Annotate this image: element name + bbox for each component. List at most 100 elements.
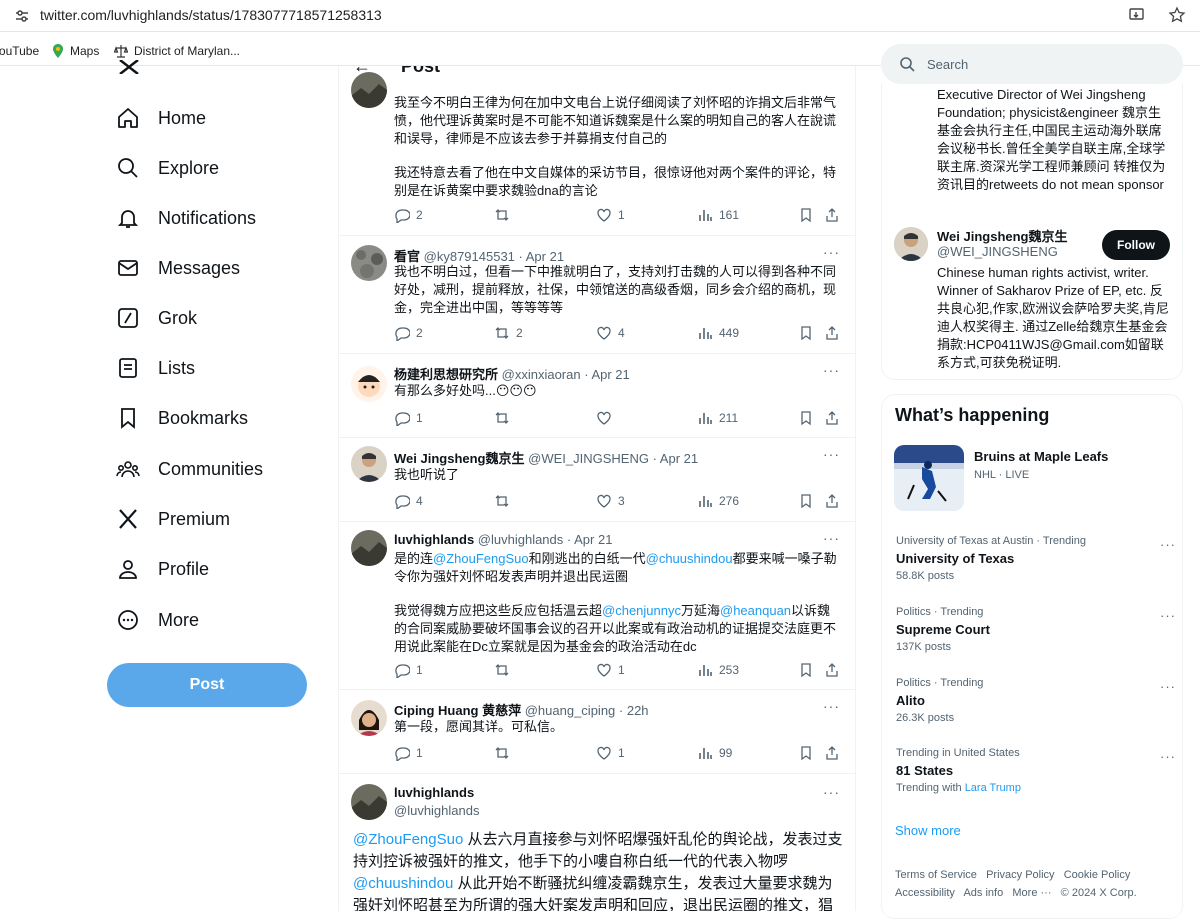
mention-link[interactable]: @heanquan: [720, 603, 791, 618]
avatar[interactable]: [351, 530, 387, 566]
more-icon[interactable]: ···: [823, 362, 840, 378]
trend-item[interactable]: University of Texas at Austin · Trending…: [896, 535, 1176, 582]
nav-item-premium[interactable]: Premium: [116, 507, 230, 531]
footer-link[interactable]: Terms of Service: [895, 869, 977, 881]
more-icon[interactable]: ···: [1160, 679, 1176, 694]
bookmark-button[interactable]: [798, 410, 814, 426]
avatar[interactable]: [351, 366, 387, 402]
avatar[interactable]: [351, 245, 387, 281]
reply-button[interactable]: 4: [394, 493, 423, 509]
reply-tweet[interactable]: 我至今不明白王律为何在加中文电台上说仔细阅读了刘怀昭的诈捐文后非常气愤，他代理诉…: [339, 66, 855, 236]
mention-link[interactable]: @chuushindou: [353, 875, 453, 892]
like-button[interactable]: 4: [596, 325, 625, 341]
nav-item-grok[interactable]: Grok: [116, 306, 197, 330]
like-button[interactable]: 1: [596, 207, 625, 223]
nav-item-more[interactable]: More: [116, 608, 199, 632]
share-button[interactable]: [824, 745, 840, 761]
bookmark-star-icon[interactable]: [1168, 6, 1186, 24]
reply-button[interactable]: 1: [394, 745, 423, 761]
repost-button[interactable]: [494, 410, 516, 426]
avatar[interactable]: [351, 700, 387, 736]
like-button[interactable]: 1: [596, 745, 625, 761]
author-handle[interactable]: @luvhighlands: [394, 803, 479, 818]
search-box[interactable]: Search: [881, 44, 1183, 84]
views-button[interactable]: 161: [697, 207, 739, 223]
nav-item-communities[interactable]: Communities: [116, 457, 263, 481]
reply-button[interactable]: 2: [394, 207, 423, 223]
like-button[interactable]: [596, 410, 618, 426]
like-button[interactable]: 3: [596, 493, 625, 509]
repost-button[interactable]: [494, 207, 516, 223]
views-button[interactable]: 253: [697, 662, 739, 678]
nav-item-lists[interactable]: Lists: [116, 356, 195, 380]
bookmark-button[interactable]: [798, 662, 814, 678]
more-icon[interactable]: ···: [823, 784, 840, 800]
author-name[interactable]: 看官: [394, 249, 420, 264]
author-handle[interactable]: @ky879145531: [424, 249, 515, 264]
x-logo-icon[interactable]: [118, 60, 140, 74]
avatar[interactable]: [894, 227, 928, 261]
tweet-time[interactable]: Apr 21: [574, 532, 612, 547]
bookmark-button[interactable]: [798, 745, 814, 761]
author-name[interactable]: Wei Jingsheng魏京生: [394, 451, 525, 466]
nav-item-notifications[interactable]: Notifications: [116, 206, 256, 230]
avatar[interactable]: [351, 446, 387, 482]
address-bar[interactable]: twitter.com/luvhighlands/status/17830777…: [0, 0, 1200, 32]
repost-button[interactable]: [494, 493, 516, 509]
tweet-time[interactable]: 22h: [627, 703, 649, 718]
footer-link[interactable]: Cookie Policy: [1064, 869, 1131, 881]
more-icon[interactable]: ···: [823, 530, 840, 546]
share-button[interactable]: [824, 325, 840, 341]
views-button[interactable]: 99: [697, 745, 732, 761]
footer-link[interactable]: Accessibility: [895, 887, 955, 899]
footer-link[interactable]: More ···: [1012, 887, 1051, 899]
nav-item-bookmarks[interactable]: Bookmarks: [116, 406, 248, 430]
author-handle[interactable]: @xxinxiaoran: [502, 367, 581, 382]
author-name[interactable]: luvhighlands: [394, 532, 474, 547]
bookmark-button[interactable]: [798, 325, 814, 341]
nav-item-profile[interactable]: Profile: [116, 557, 209, 581]
reply-tweet[interactable]: Wei Jingsheng魏京生 @WEI_JINGSHENG · Apr 21…: [339, 438, 855, 522]
site-settings-icon[interactable]: [14, 8, 30, 24]
views-button[interactable]: 276: [697, 493, 739, 509]
more-icon[interactable]: ···: [823, 698, 840, 714]
trend-item[interactable]: Trending in United States 81 States Tren…: [896, 747, 1176, 794]
trend-link[interactable]: Lara Trump: [965, 782, 1021, 794]
bookmark-maps[interactable]: Maps: [52, 44, 99, 58]
show-more-link[interactable]: Show more: [895, 823, 961, 838]
author-handle[interactable]: @huang_ciping: [525, 703, 616, 718]
author-name[interactable]: luvhighlands: [394, 785, 474, 800]
bookmark-button[interactable]: [798, 493, 814, 509]
url-text[interactable]: twitter.com/luvhighlands/status/17830777…: [40, 7, 382, 23]
post-button[interactable]: Post: [107, 663, 307, 707]
tweet-time[interactable]: Apr 21: [591, 367, 629, 382]
reply-button[interactable]: 1: [394, 662, 423, 678]
author-name[interactable]: Ciping Huang 黄慈萍: [394, 703, 521, 718]
bookmark-button[interactable]: [798, 207, 814, 223]
share-button[interactable]: [824, 662, 840, 678]
event-image[interactable]: [894, 445, 964, 511]
reply-button[interactable]: 1: [394, 410, 423, 426]
mention-link[interactable]: @ZhouFengSuo: [353, 831, 463, 848]
nav-item-home[interactable]: Home: [116, 106, 206, 130]
footer-link[interactable]: Privacy Policy: [986, 869, 1054, 881]
user-name[interactable]: Wei Jingsheng魏京生: [937, 226, 1068, 245]
trend-item[interactable]: Politics · Trending Supreme Court 137K p…: [896, 606, 1176, 653]
install-app-icon[interactable]: [1128, 6, 1146, 24]
bookmark-district[interactable]: District of Marylan...: [114, 44, 240, 58]
main-tweet[interactable]: luvhighlands @luvhighlands ··· @ZhouFengSuo…: [339, 774, 855, 911]
share-button[interactable]: [824, 207, 840, 223]
share-button[interactable]: [824, 410, 840, 426]
reply-button[interactable]: 2: [394, 325, 423, 341]
share-button[interactable]: [824, 493, 840, 509]
tweet-time[interactable]: Apr 21: [526, 249, 564, 264]
user-handle[interactable]: @WEI_JINGSHENG: [937, 244, 1058, 259]
reply-tweet[interactable]: 杨建利思想研究所 @xxinxiaoran · Apr 21 ··· 有那么多好处吗…: [339, 354, 855, 438]
bookmark-youtube[interactable]: YouTube: [0, 44, 39, 58]
follow-button[interactable]: Follow: [1102, 230, 1170, 260]
repost-button[interactable]: 2: [494, 325, 523, 341]
more-icon[interactable]: ···: [823, 244, 840, 260]
author-name[interactable]: 杨建利思想研究所: [394, 367, 498, 382]
views-button[interactable]: 211: [697, 410, 738, 426]
event-title[interactable]: Bruins at Maple Leafs: [974, 449, 1108, 464]
